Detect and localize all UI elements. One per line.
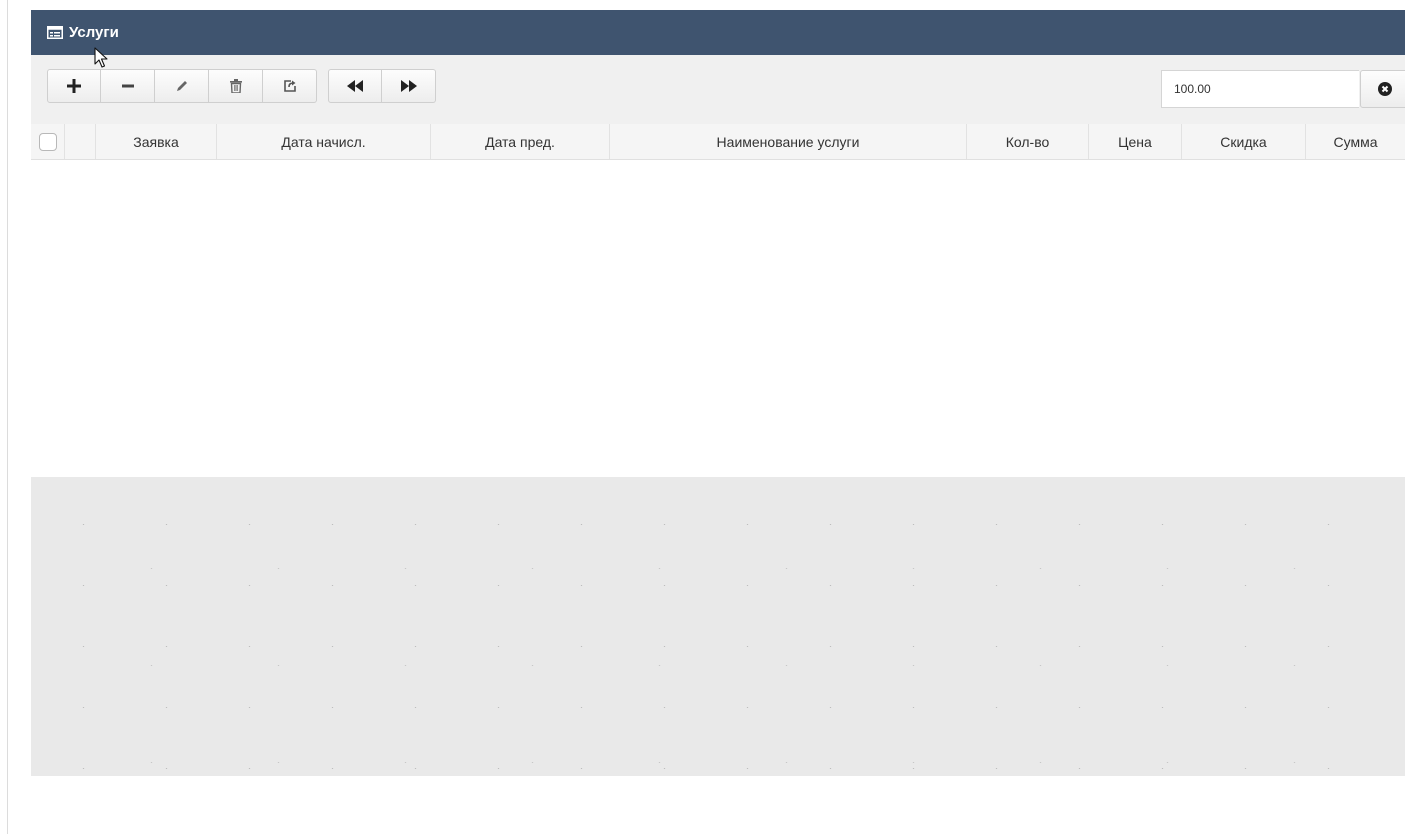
column-header[interactable]: Цена [1089,124,1182,159]
forward-button[interactable] [382,69,436,103]
remove-circle-icon [1378,82,1392,96]
export-button[interactable] [263,69,317,103]
plus-icon [67,79,81,93]
services-panel: Услуги 100.00 Заявка Дата начисл. Дата п… [31,10,1405,776]
delete-button[interactable] [209,69,263,103]
back-button[interactable] [328,69,382,103]
clear-button[interactable] [1360,70,1405,108]
panel-title-bar: Услуги [31,10,1405,55]
select-all-cell [31,124,65,159]
edit-button[interactable] [155,69,209,103]
column-header[interactable]: Дата пред. [431,124,610,159]
grid-empty-area [31,477,1405,776]
grid-body [31,160,1405,477]
column-header[interactable]: Заявка [96,124,217,159]
column-header[interactable]: Дата начисл. [217,124,431,159]
trash-icon [229,79,242,93]
page-left-border [7,0,8,834]
fast-forward-icon [400,80,417,92]
toolbar [31,55,1405,125]
add-button[interactable] [47,69,101,103]
column-header[interactable]: Скидка [1182,124,1306,159]
row-marker-column [65,124,96,159]
list-panel-icon [47,26,63,39]
minus-icon [121,84,134,88]
filter-input[interactable] [1161,70,1359,108]
share-icon [283,80,296,92]
remove-button[interactable] [101,69,155,103]
select-all-checkbox[interactable] [38,132,57,151]
column-header[interactable]: Сумма [1306,124,1405,159]
edit-button-group [47,69,317,103]
column-header[interactable]: Наименование услуги [610,124,967,159]
column-header[interactable]: Кол-во [967,124,1089,159]
fast-backward-icon [347,80,363,92]
mouse-pointer-icon [94,47,108,68]
grid-header: Заявка Дата начисл. Дата пред. Наименова… [31,124,1405,160]
navigation-button-group [328,69,436,103]
pencil-icon [176,81,187,91]
panel-title: Услуги [69,24,119,41]
